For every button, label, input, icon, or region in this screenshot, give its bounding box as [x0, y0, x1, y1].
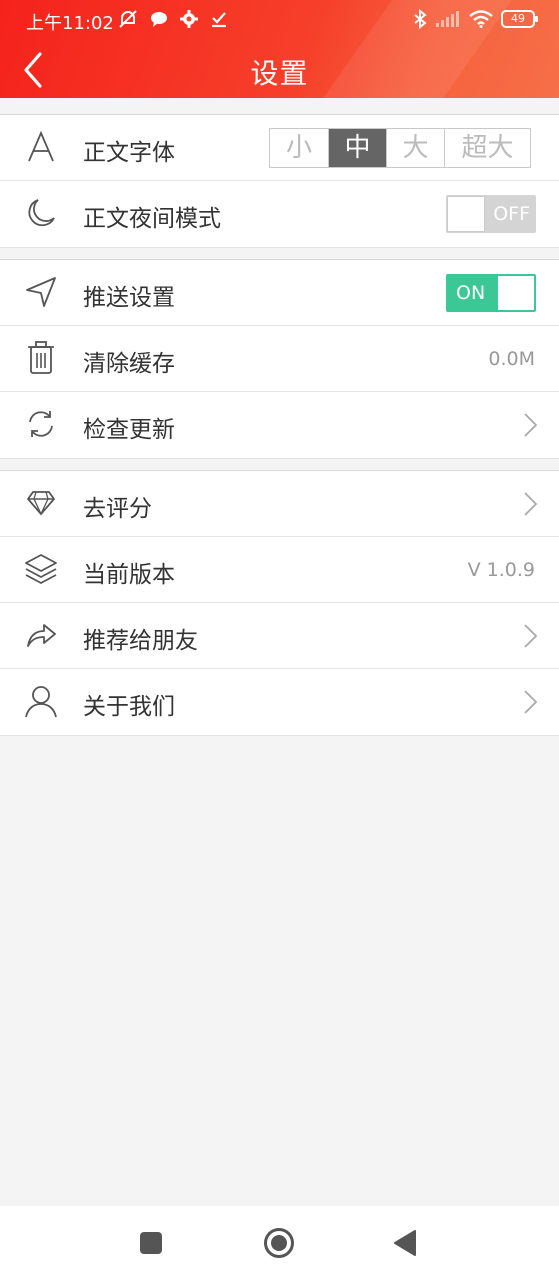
cache-size: 0.0M [488, 348, 535, 370]
app-header: 上午11:02 49 设置 [0, 0, 559, 98]
row-share[interactable]: 推荐给朋友 [0, 603, 559, 669]
row-push-settings: 推送设置 ON [0, 260, 559, 326]
font-icon [24, 130, 58, 164]
battery-icon: 49 [501, 10, 538, 28]
row-night-mode: 正文夜间模式 OFF [0, 181, 559, 247]
section-general: 推送设置 ON 清除缓存 0.0M 检查更新 [0, 259, 559, 459]
wifi-icon [469, 10, 493, 28]
status-bar: 上午11:02 49 [0, 0, 559, 42]
moon-icon [24, 196, 58, 230]
row-label: 关于我们 [83, 694, 175, 720]
share-icon [24, 618, 58, 652]
chevron-right-icon [524, 413, 538, 437]
font-size-segmented-control: 小 中 大 超大 [269, 128, 531, 168]
toggle-knob [448, 197, 484, 231]
section-about: 去评分 当前版本 V 1.0.9 推荐给朋友 关于我们 [0, 470, 559, 736]
layers-icon [24, 552, 58, 586]
font-size-medium[interactable]: 中 [328, 129, 386, 167]
font-size-large[interactable]: 大 [386, 129, 444, 167]
row-label: 当前版本 [83, 562, 175, 588]
status-time: 上午11:02 [26, 13, 114, 34]
chevron-right-icon [524, 492, 538, 516]
row-label: 正文字体 [83, 140, 175, 166]
row-check-update[interactable]: 检查更新 [0, 392, 559, 458]
row-rate[interactable]: 去评分 [0, 471, 559, 537]
status-right-icons: 49 [413, 9, 538, 29]
mute-alarm-icon [119, 10, 137, 28]
night-mode-toggle[interactable]: OFF [446, 195, 536, 233]
push-toggle[interactable]: ON [446, 274, 536, 312]
row-label: 推荐给朋友 [83, 628, 198, 654]
home-button[interactable] [263, 1227, 295, 1259]
diamond-icon [24, 486, 58, 520]
row-label: 检查更新 [83, 417, 175, 443]
toggle-state: OFF [493, 203, 530, 225]
bluetooth-icon [414, 9, 427, 29]
signal-icon [436, 11, 459, 27]
font-size-small[interactable]: 小 [270, 129, 328, 167]
section-display: 正文字体 小 中 大 超大 正文夜间模式 OFF [0, 114, 559, 248]
toggle-knob [498, 276, 534, 310]
user-icon [24, 684, 58, 718]
system-nav-bar [0, 1206, 559, 1280]
version-number: V 1.0.9 [467, 559, 535, 581]
row-font-size: 正文字体 小 中 大 超大 [0, 115, 559, 181]
chevron-right-icon [524, 624, 538, 648]
font-size-extra-large[interactable]: 超大 [444, 129, 530, 167]
nav-row: 设置 [0, 42, 559, 98]
page-title: 设置 [250, 57, 309, 90]
row-label: 清除缓存 [83, 351, 175, 377]
download-done-icon [212, 12, 226, 28]
row-version: 当前版本 V 1.0.9 [0, 537, 559, 603]
row-label: 推送设置 [83, 285, 175, 311]
row-clear-cache[interactable]: 清除缓存 0.0M [0, 326, 559, 392]
status-left-icons [118, 9, 228, 29]
recents-button[interactable] [139, 1231, 163, 1255]
toggle-state: ON [456, 282, 486, 304]
send-icon [24, 275, 58, 309]
row-label: 正文夜间模式 [83, 206, 221, 232]
chevron-right-icon [524, 690, 538, 714]
row-about-us[interactable]: 关于我们 [0, 669, 559, 735]
row-label: 去评分 [83, 496, 152, 522]
chat-icon [151, 12, 167, 27]
refresh-icon [24, 407, 58, 441]
trash-icon [24, 341, 58, 375]
back-nav-button[interactable] [393, 1229, 417, 1257]
gear-icon [180, 10, 198, 28]
